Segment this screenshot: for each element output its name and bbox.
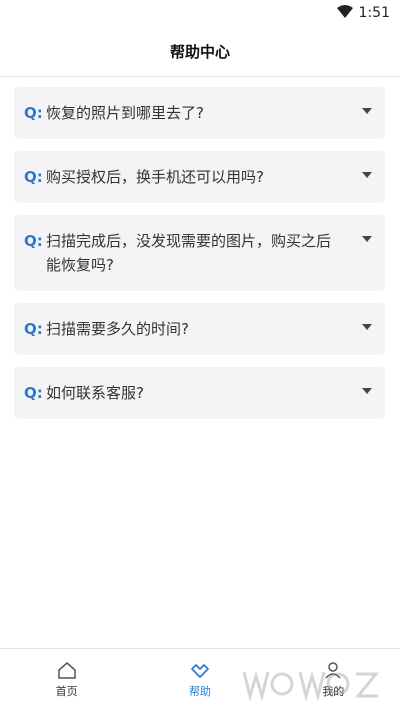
tab-label: 帮助 — [188, 684, 211, 698]
faq-question: 扫描需要多久的时间? — [46, 320, 189, 338]
tab-help[interactable]: 帮助 — [133, 649, 266, 710]
caret-down-icon — [362, 236, 372, 242]
faq-question: 扫描完成后，没发现需要的图片，购买之后能恢复吗? — [46, 232, 332, 274]
caret-down-icon — [362, 172, 372, 178]
faq-list: Q: 恢复的照片到哪里去了? Q: 购买授权后，换手机还可以用吗? Q: 扫描完… — [14, 87, 385, 431]
tab-label: 首页 — [55, 684, 78, 698]
tab-mine[interactable]: 我的 — [267, 649, 400, 710]
user-icon — [325, 661, 341, 679]
tab-home[interactable]: 首页 — [0, 649, 133, 710]
status-right: 1:51 — [336, 3, 390, 23]
home-icon — [57, 661, 76, 679]
faq-question: 如何联系客服? — [46, 384, 144, 402]
faq-item[interactable]: Q: 恢复的照片到哪里去了? — [14, 87, 385, 139]
faq-question: 购买授权后，换手机还可以用吗? — [46, 168, 264, 186]
caret-down-icon — [362, 108, 372, 114]
wifi-icon — [336, 4, 353, 22]
faq-q-label: Q: — [24, 168, 43, 186]
faq-question: 恢复的照片到哪里去了? — [46, 104, 204, 122]
bottom-tab-bar: 首页 帮助 我的 — [0, 648, 400, 710]
faq-q-label: Q: — [24, 384, 43, 402]
faq-item[interactable]: Q: 购买授权后，换手机还可以用吗? — [14, 151, 385, 203]
caret-down-icon — [362, 388, 372, 394]
page-title: 帮助中心 — [169, 42, 230, 61]
faq-item[interactable]: Q: 扫描需要多久的时间? — [14, 303, 385, 355]
tab-label: 我的 — [322, 684, 345, 698]
clock-time: 1:51 — [358, 5, 390, 21]
faq-q-label: Q: — [24, 320, 43, 338]
faq-item[interactable]: Q: 扫描完成后，没发现需要的图片，购买之后能恢复吗? — [14, 215, 385, 291]
faq-q-label: Q: — [24, 104, 43, 122]
main-content: Q: 恢复的照片到哪里去了? Q: 购买授权后，换手机还可以用吗? Q: 扫描完… — [0, 77, 400, 649]
faq-q-label: Q: — [24, 232, 43, 250]
app-header: 帮助中心 — [0, 26, 400, 77]
faq-item[interactable]: Q: 如何联系客服? — [14, 367, 385, 419]
caret-down-icon — [362, 324, 372, 330]
help-heart-icon — [191, 663, 209, 678]
status-bar: 1:51 — [0, 0, 400, 26]
